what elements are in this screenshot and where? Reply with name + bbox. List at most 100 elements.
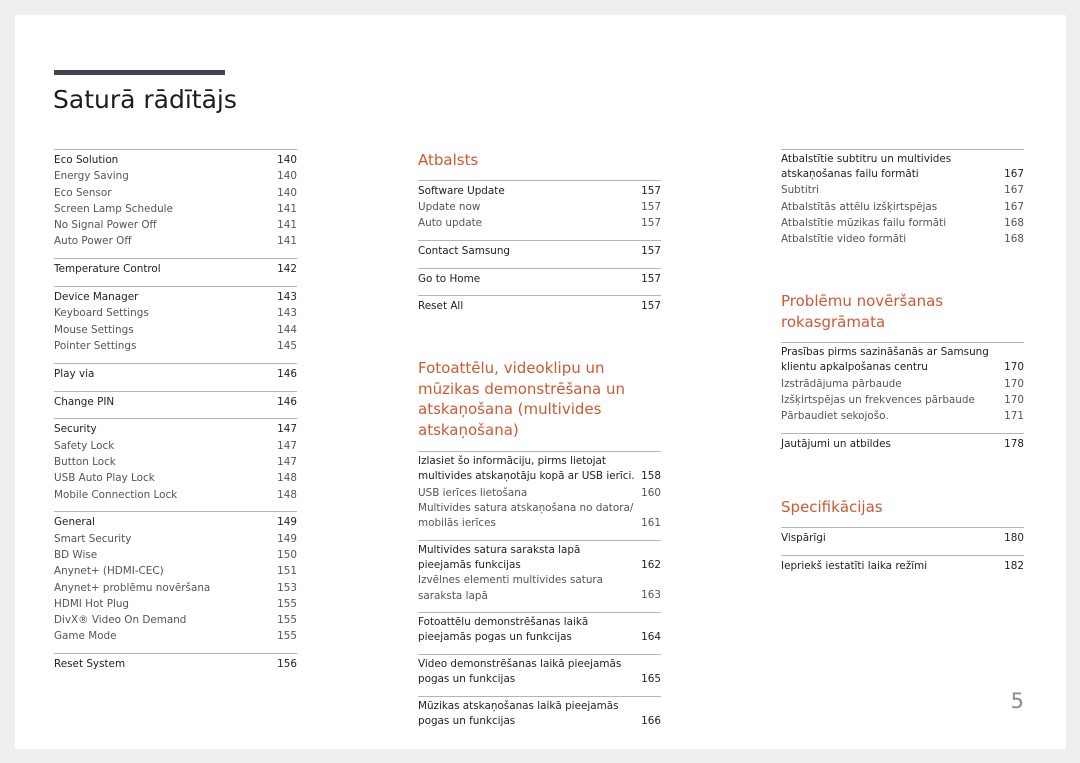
toc-entry-main[interactable]: Reset All 157 (418, 298, 661, 314)
toc-entry-main[interactable]: Software Update 157 (418, 183, 661, 199)
toc-entry-page: 157 (641, 200, 661, 213)
toc-entry-sub[interactable]: Auto Power Off 141 (54, 233, 297, 249)
toc-entry-sub[interactable]: Mouse Settings 144 (54, 322, 297, 338)
toc-entry-sub[interactable]: Izstrādājuma pārbaude 170 (781, 376, 1024, 392)
toc-group: Mūzikas atskaņošanas laikā pieejamās pog… (418, 696, 661, 729)
toc-entry-label: Atbalstītie subtitru un multivides atska… (781, 153, 952, 181)
toc-entry-main[interactable]: Jautājumi un atbildes 178 (781, 436, 1024, 452)
toc-group: Atbalstītie subtitru un multivides atska… (781, 149, 1024, 248)
toc-entry-page: 166 (641, 715, 661, 728)
toc-entry-sub[interactable]: No Signal Power Off 141 (54, 217, 297, 233)
toc-entry-sub[interactable]: Safety Lock 147 (54, 438, 297, 454)
toc-entry-sub[interactable]: Update now 157 (418, 199, 661, 215)
toc-entry-label: Video demonstrēšanas laikā pieejamās pog… (418, 658, 622, 686)
toc-entry-main[interactable]: Iepriekš iestatīti laika režīmi 182 (781, 558, 1024, 574)
toc-entry-page: 146 (277, 367, 297, 380)
toc-entry-sub[interactable]: Izvēlnes elementi multivides satura sara… (418, 573, 661, 603)
toc-entry-label: General (54, 516, 95, 529)
toc-entry-sub[interactable]: USB Auto Play Lock 148 (54, 470, 297, 486)
toc-entry-label: Safety Lock (54, 439, 115, 452)
toc-entry-sub[interactable]: HDMI Hot Plug 155 (54, 596, 297, 612)
section-heading[interactable]: Atbalsts (418, 150, 661, 171)
toc-entry-sub[interactable]: Atbalstītie video formāti 168 (781, 231, 1024, 247)
toc-entry-page: 164 (641, 631, 661, 644)
toc-entry-label: Iepriekš iestatīti laika režīmi (781, 559, 928, 572)
toc-group: Multivides satura saraksta lapā pieejamā… (418, 539, 661, 604)
toc-entry-label: USB ierīces lietošana (418, 486, 528, 499)
toc-entry-label: DivX® Video On Demand (54, 614, 187, 627)
section-heading[interactable]: Specifikācijas (781, 497, 1024, 518)
toc-entry-main[interactable]: Izlasiet šo informāciju, pirms lietojat … (418, 454, 661, 484)
toc-entry-page: 140 (277, 170, 297, 183)
toc-entry-main[interactable]: Video demonstrēšanas laikā pieejamās pog… (418, 657, 661, 687)
section-heading[interactable]: Fotoattēlu, videoklipu un mūzikas demons… (418, 358, 668, 440)
toc-entry-page: 144 (277, 323, 297, 336)
toc-entry-page: 146 (277, 395, 297, 408)
toc-entry-sub[interactable]: Auto update 157 (418, 215, 661, 231)
toc-group: Security 147 Safety Lock 147 Button Lock 147 U… (54, 418, 297, 502)
toc-entry-main[interactable]: General 149 (54, 514, 297, 530)
toc-entry-main[interactable]: Fotoattēlu demonstrēšanas laikā pieejamā… (418, 615, 661, 645)
toc-entry-sub[interactable]: Anynet+ (HDMI-CEC) 151 (54, 563, 297, 579)
toc-entry-sub[interactable]: USB ierīces lietošana 160 (418, 485, 661, 501)
page-title: Saturā rādītājs (53, 85, 237, 114)
toc-entry-page: 168 (1004, 233, 1024, 246)
toc-entry-sub[interactable]: Game Mode 155 (54, 628, 297, 644)
toc-entry-label: Multivides satura atskaņošana no datora/… (418, 501, 634, 530)
toc-column-left: Eco Solution 140 Energy Saving 140 Eco Senso… (54, 149, 297, 681)
toc-entry-label: Screen Lamp Schedule (54, 202, 173, 215)
toc-entry-page: 182 (1004, 559, 1024, 572)
toc-entry-main[interactable]: Eco Solution 140 (54, 152, 297, 168)
toc-group: Eco Solution 140 Energy Saving 140 Eco Senso… (54, 149, 297, 250)
toc-entry-page: 157 (641, 217, 661, 230)
toc-entry-sub[interactable]: Pārbaudiet sekojošo. 171 (781, 408, 1024, 424)
toc-entry-label: Game Mode (54, 630, 117, 643)
toc-entry-sub[interactable]: Izšķirtspējas un frekvences pārbaude 170 (781, 392, 1024, 408)
toc-entry-sub[interactable]: Mobile Connection Lock 148 (54, 487, 297, 503)
toc-entry-label: Izšķirtspējas un frekvences pārbaude (781, 393, 975, 406)
toc-entry-label: Play via (54, 367, 95, 380)
toc-entry-label: Device Manager (54, 291, 139, 304)
toc-entry-page: 148 (277, 488, 297, 501)
toc-entry-main[interactable]: Security 147 (54, 421, 297, 437)
toc-entry-page: 141 (277, 235, 297, 248)
toc-group: Reset System 156 (54, 653, 297, 672)
toc-entry-main[interactable]: Temperature Control 142 (54, 261, 297, 277)
toc-entry-main[interactable]: Prasības pirms sazināšanās ar Samsung kl… (781, 345, 1024, 375)
toc-entry-main[interactable]: Play via 146 (54, 366, 297, 382)
toc-entry-sub[interactable]: Atbalstītie mūzikas failu formāti 168 (781, 215, 1024, 231)
toc-entry-sub[interactable]: BD Wise 150 (54, 547, 297, 563)
toc-entry-main[interactable]: Go to Home 157 (418, 271, 661, 287)
toc-entry-label: Izlasiet šo informāciju, pirms lietojat … (418, 455, 635, 483)
toc-entry-main[interactable]: Multivides satura saraksta lapā pieejamā… (418, 543, 661, 573)
toc-entry-main[interactable]: Mūzikas atskaņošanas laikā pieejamās pog… (418, 699, 661, 729)
toc-entry-sub[interactable]: Button Lock 147 (54, 454, 297, 470)
toc-entry-sub[interactable]: DivX® Video On Demand 155 (54, 612, 297, 628)
toc-entry-sub[interactable]: Screen Lamp Schedule 141 (54, 201, 297, 217)
toc-entry-sub[interactable]: Subtitri 167 (781, 182, 1024, 198)
toc-entry-main[interactable]: Atbalstītie subtitru un multivides atska… (781, 152, 1024, 182)
toc-entry-sub[interactable]: Multivides satura atskaņošana no datora/… (418, 501, 661, 531)
toc-group: General 149 Smart Security 149 BD Wise 150 Any… (54, 511, 297, 644)
toc-entry-sub[interactable]: Pointer Settings 145 (54, 338, 297, 354)
toc-entry-main[interactable]: Device Manager 143 (54, 289, 297, 305)
toc-entry-main[interactable]: Contact Samsung 157 (418, 243, 661, 259)
toc-entry-sub[interactable]: Keyboard Settings 143 (54, 305, 297, 321)
toc-entry-page: 157 (641, 300, 661, 313)
toc-entry-main[interactable]: Vispārīgi 180 (781, 530, 1024, 546)
toc-entry-sub[interactable]: Anynet+ problēmu novēršana 153 (54, 580, 297, 596)
toc-entry-label: Button Lock (54, 455, 116, 468)
toc-entry-label: Reset System (54, 658, 126, 671)
toc-entry-sub[interactable]: Eco Sensor 140 (54, 185, 297, 201)
toc-entry-label: Vispārīgi (781, 532, 826, 545)
toc-entry-main[interactable]: Reset System 156 (54, 656, 297, 672)
toc-entry-sub[interactable]: Atbalstītās attēlu izšķirtspējas 167 (781, 199, 1024, 215)
section-heading[interactable]: Problēmu novēršanas rokasgrāmata (781, 291, 971, 332)
toc-entry-sub[interactable]: Smart Security 149 (54, 531, 297, 547)
toc-group: Temperature Control 142 (54, 258, 297, 277)
toc-entry-sub[interactable]: Energy Saving 140 (54, 168, 297, 184)
toc-entry-label: Energy Saving (54, 170, 129, 183)
toc-section: Atbalsts Software Update 157 Update now 157 A… (418, 150, 661, 315)
toc-entry-label: Eco Solution (54, 154, 119, 166)
toc-entry-main[interactable]: Change PIN 146 (54, 394, 297, 410)
